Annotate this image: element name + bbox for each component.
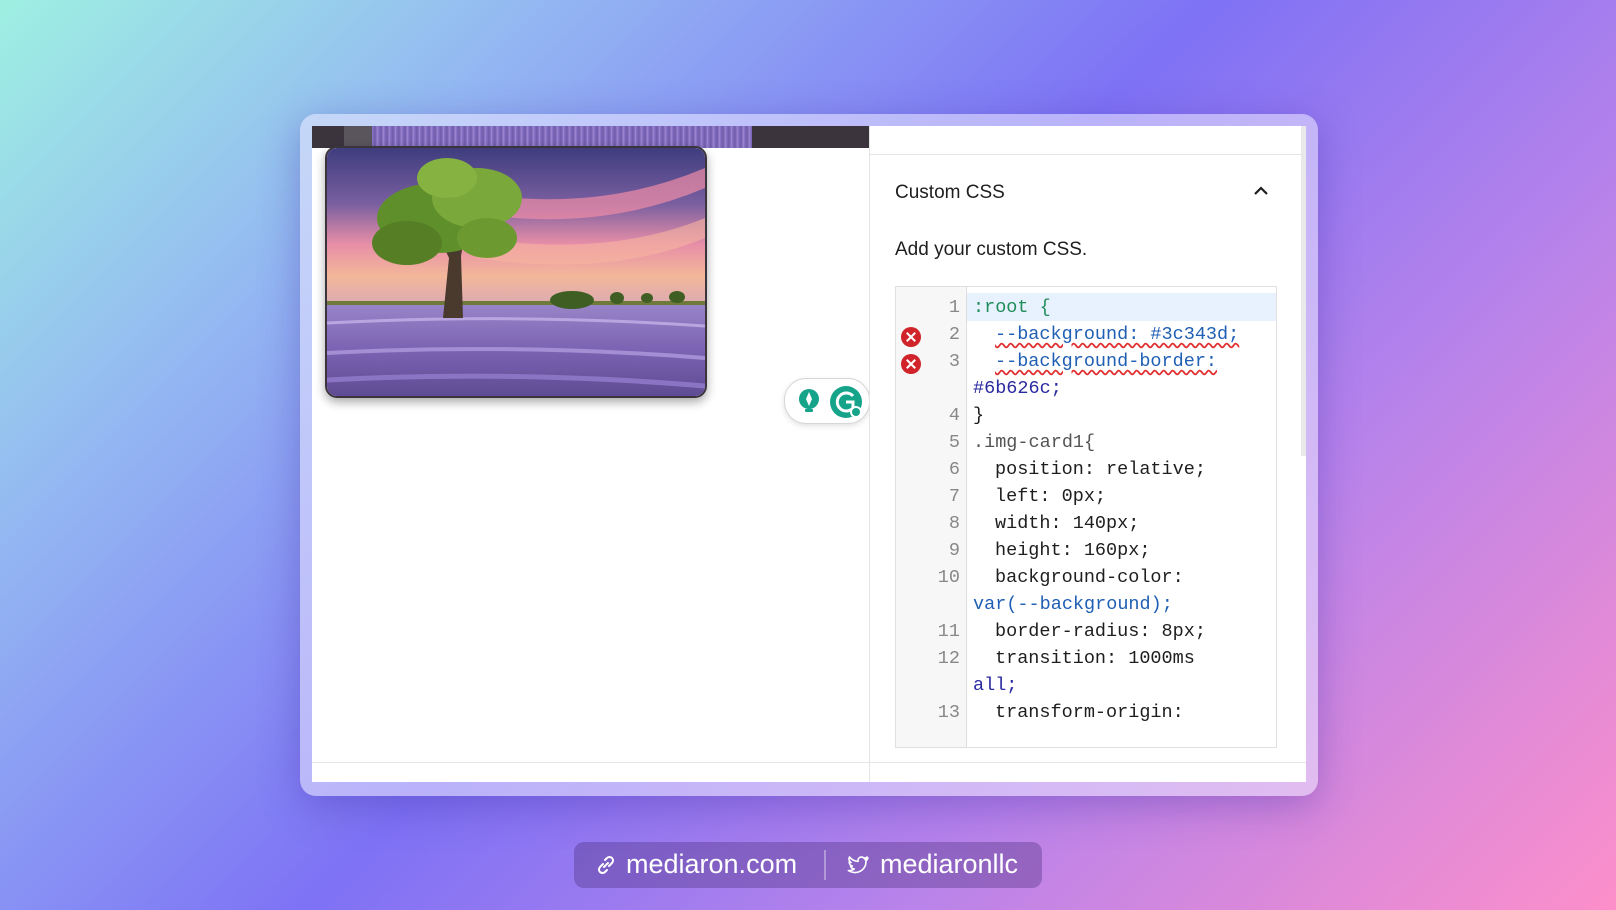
lavender-tree-image[interactable] — [325, 146, 707, 398]
lightbulb-icon[interactable] — [795, 387, 823, 415]
code-line: border-radius: 8px; — [995, 621, 1206, 642]
line-number: 12 — [937, 648, 960, 669]
help-text: Add your custom CSS. — [895, 239, 1088, 260]
code-line: } — [973, 405, 985, 426]
css-code-editor[interactable]: 1 2 3 4 5 6 7 8 9 10 11 12 13 :root { --… — [895, 286, 1277, 748]
line-number: 9 — [948, 540, 960, 561]
line-number: 2 — [948, 324, 960, 345]
grammarly-icon[interactable] — [829, 385, 863, 419]
panel-footer-divider — [870, 762, 1306, 763]
error-icon[interactable] — [901, 327, 921, 347]
card-strip — [312, 126, 869, 148]
code-line: transform-origin: — [995, 702, 1184, 723]
code-line: var(--background); — [973, 594, 1173, 615]
website-link[interactable]: mediaron.com — [626, 849, 797, 880]
code-line: :root { — [973, 297, 1051, 318]
line-number: 4 — [948, 405, 960, 426]
social-separator — [824, 850, 826, 880]
line-number: 11 — [937, 621, 960, 642]
code-line: --background-border: — [995, 351, 1218, 372]
panel-scrollbar[interactable] — [1301, 126, 1306, 456]
code-line: all; — [973, 675, 1018, 696]
footer-divider — [312, 762, 869, 763]
line-number: 13 — [937, 702, 960, 723]
code-line: left: 0px; — [995, 486, 1107, 507]
section-title[interactable]: Custom CSS — [895, 182, 1005, 204]
strip-image — [372, 126, 752, 148]
line-number: 5 — [948, 432, 960, 453]
code-line: #6b626c; — [973, 378, 1062, 399]
line-number: 7 — [948, 486, 960, 507]
line-number: 3 — [948, 351, 960, 372]
line-number: 1 — [948, 297, 960, 318]
code-line: background-color: — [995, 567, 1184, 588]
canvas-pane — [312, 126, 870, 782]
chevron-up-icon[interactable] — [1250, 180, 1272, 202]
settings-panel: Custom CSS Add your custom CSS. 1 2 3 4 … — [869, 126, 1306, 782]
line-number: 8 — [948, 513, 960, 534]
grammarly-widget[interactable] — [784, 378, 870, 424]
code-line: --background: #3c343d; — [995, 324, 1240, 345]
panel-divider — [870, 154, 1306, 155]
code-line: width: 140px; — [995, 513, 1140, 534]
line-number: 6 — [948, 459, 960, 480]
line-number: 10 — [937, 567, 960, 588]
code-line: .img-card1{ — [973, 432, 1096, 453]
editor-window: Custom CSS Add your custom CSS. 1 2 3 4 … — [312, 126, 1306, 782]
twitter-bird-icon — [847, 856, 869, 874]
code-line: transition: 1000ms — [995, 648, 1195, 669]
code-line: height: 160px; — [995, 540, 1151, 561]
link-icon — [597, 855, 615, 875]
social-links-bar: mediaron.com mediaronllc — [574, 842, 1042, 888]
twitter-handle[interactable]: mediaronllc — [880, 849, 1018, 880]
landscape-photo — [327, 148, 705, 396]
error-icon[interactable] — [901, 354, 921, 374]
code-line: position: relative; — [995, 459, 1206, 480]
